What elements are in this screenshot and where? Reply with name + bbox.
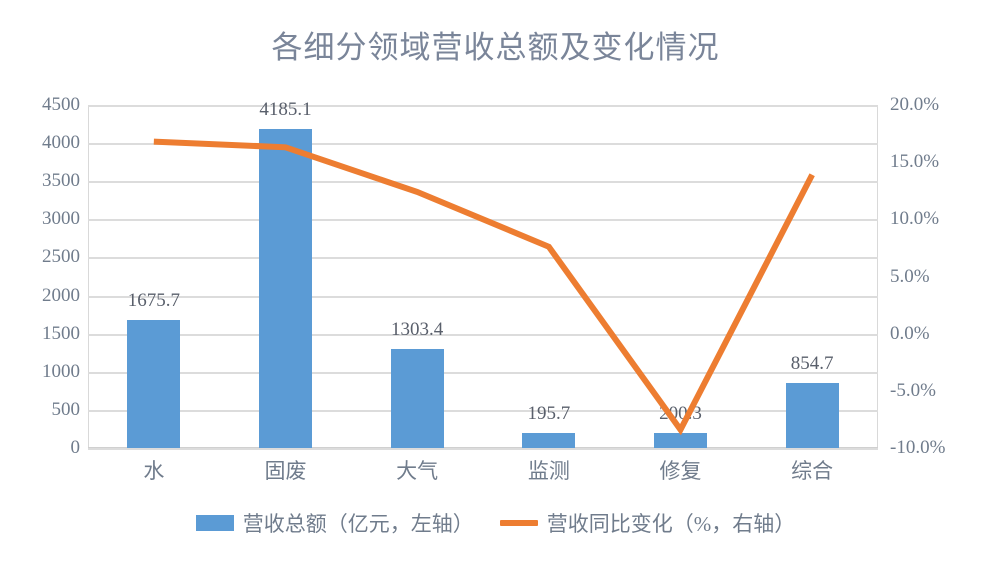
x-axis-tick-label: 修复	[659, 459, 702, 483]
x-axis-tick-label: 综合	[791, 459, 834, 483]
legend-line-swatch-icon	[499, 520, 538, 526]
left-axis-tick-label: 4500	[42, 94, 80, 115]
bar[interactable]	[390, 348, 444, 448]
gridline	[88, 295, 878, 298]
right-axis: -10.0% -5.0% 0.0% 5.0% 10.0% 15.0% 20.0%	[890, 94, 985, 458]
left-axis: 0 500 1000 1500 2000 2500 3000 3500 4000 4500	[8, 94, 81, 458]
left-axis-tick-label: 2500	[42, 246, 80, 268]
left-axis-tick-label: 2000	[42, 284, 80, 306]
plot-area: 1675.7 4185.1 1303.4 195.7 200.3 854.7	[88, 99, 878, 450]
bar-value-label: 1675.7	[127, 290, 180, 312]
legend-item-label: 营收总额（亿元，左轴）	[242, 512, 474, 536]
bar[interactable]	[127, 320, 181, 448]
bar[interactable]	[785, 382, 839, 448]
bar-value-label: 200.3	[659, 402, 702, 424]
x-axis-tick-label: 固废	[264, 459, 307, 483]
bar-value-label: 1303.4	[391, 318, 444, 340]
bar[interactable]	[654, 432, 707, 448]
bar-value-label: 854.7	[790, 352, 834, 374]
legend-item-label: 营收同比变化（%，右轴）	[546, 512, 796, 536]
left-axis-tick-label: 500	[51, 398, 81, 420]
right-axis-tick-label: 5.0%	[890, 265, 930, 287]
right-axis-tick-label: 0.0%	[890, 322, 930, 344]
chart-container: 各细分领域营收总额及变化情况 0 500 1000 1500 2000 2500 3000 3…	[0, 0, 991, 576]
right-axis-tick-label: 20.0%	[890, 94, 940, 115]
right-axis-tick-label: -5.0%	[890, 379, 936, 401]
bar-value-label: 195.7	[527, 403, 571, 425]
left-axis-tick-label: 4000	[42, 132, 80, 154]
left-axis-tick-label: 0	[70, 437, 81, 458]
bar-value-label: 4185.1	[259, 99, 312, 121]
x-axis: 水 固废 大气 监测 修复 综合	[88, 455, 878, 495]
gridline	[88, 219, 878, 222]
x-axis-tick-label: 监测	[527, 459, 570, 483]
gridline	[88, 448, 878, 450]
gridline	[88, 333, 878, 336]
legend-item-bar[interactable]: 营收总额（亿元，左轴）	[195, 508, 474, 538]
left-axis-tick-label: 1000	[42, 360, 80, 382]
chart-title: 各细分领域营收总额及变化情况	[271, 30, 720, 65]
bar[interactable]	[522, 433, 576, 448]
left-axis-tick-label: 3000	[42, 208, 80, 230]
left-axis-tick-label: 1500	[42, 322, 80, 344]
right-axis-tick-label: 15.0%	[890, 151, 940, 173]
right-axis-tick-label: -10.0%	[890, 437, 946, 458]
legend-item-line[interactable]: 营收同比变化（%，右轴）	[499, 508, 796, 538]
gridline	[88, 105, 878, 107]
x-axis-tick-label: 大气	[396, 459, 439, 483]
gridline	[88, 371, 878, 374]
left-axis-tick-label: 3500	[42, 170, 80, 192]
right-axis-tick-label: 10.0%	[890, 208, 940, 230]
gridline	[88, 257, 878, 260]
chart-legend: 营收总额（亿元，左轴） 营收同比变化（%，右轴）	[0, 508, 991, 538]
gridline	[88, 143, 878, 146]
gridline	[88, 181, 878, 184]
x-axis-tick-label: 水	[143, 459, 165, 483]
legend-bar-swatch-icon	[195, 515, 234, 531]
bar[interactable]	[259, 129, 312, 448]
gridline	[88, 409, 878, 412]
